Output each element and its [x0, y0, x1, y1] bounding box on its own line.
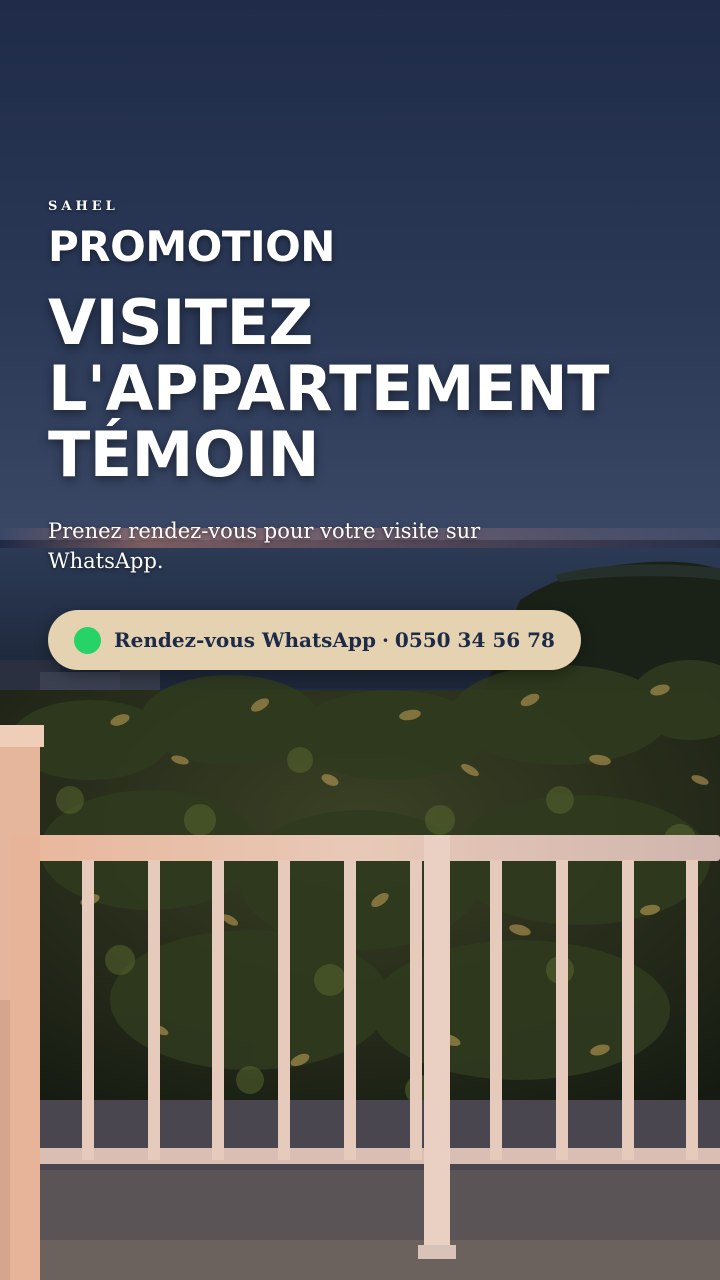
headline: VISITEZ L'APPARTEMENT TÉMOIN [48, 290, 688, 488]
whatsapp-dot-icon [74, 626, 101, 654]
promo-text-block: SAHEL PROMOTION VISITEZ L'APPARTEMENT TÉ… [48, 198, 688, 576]
story-screen: SAHEL PROMOTION VISITEZ L'APPARTEMENT TÉ… [0, 0, 720, 1280]
headline-line-2: L'APPARTEMENT [48, 352, 609, 425]
cta-label: Rendez-vous WhatsApp [114, 628, 376, 652]
subtitle: Prenez rendez-vous pour votre visite sur… [48, 519, 481, 573]
promo-heading: PROMOTION [48, 222, 335, 271]
brand-name: SAHEL [48, 199, 119, 214]
whatsapp-appointment-button[interactable]: Rendez-vous WhatsApp · 0550 34 56 78 [48, 610, 581, 670]
headline-line-3: TÉMOIN [48, 418, 320, 491]
cta-separator: · [381, 628, 389, 652]
cta-phone: 0550 34 56 78 [394, 628, 555, 652]
headline-line-1: VISITEZ [48, 286, 313, 359]
